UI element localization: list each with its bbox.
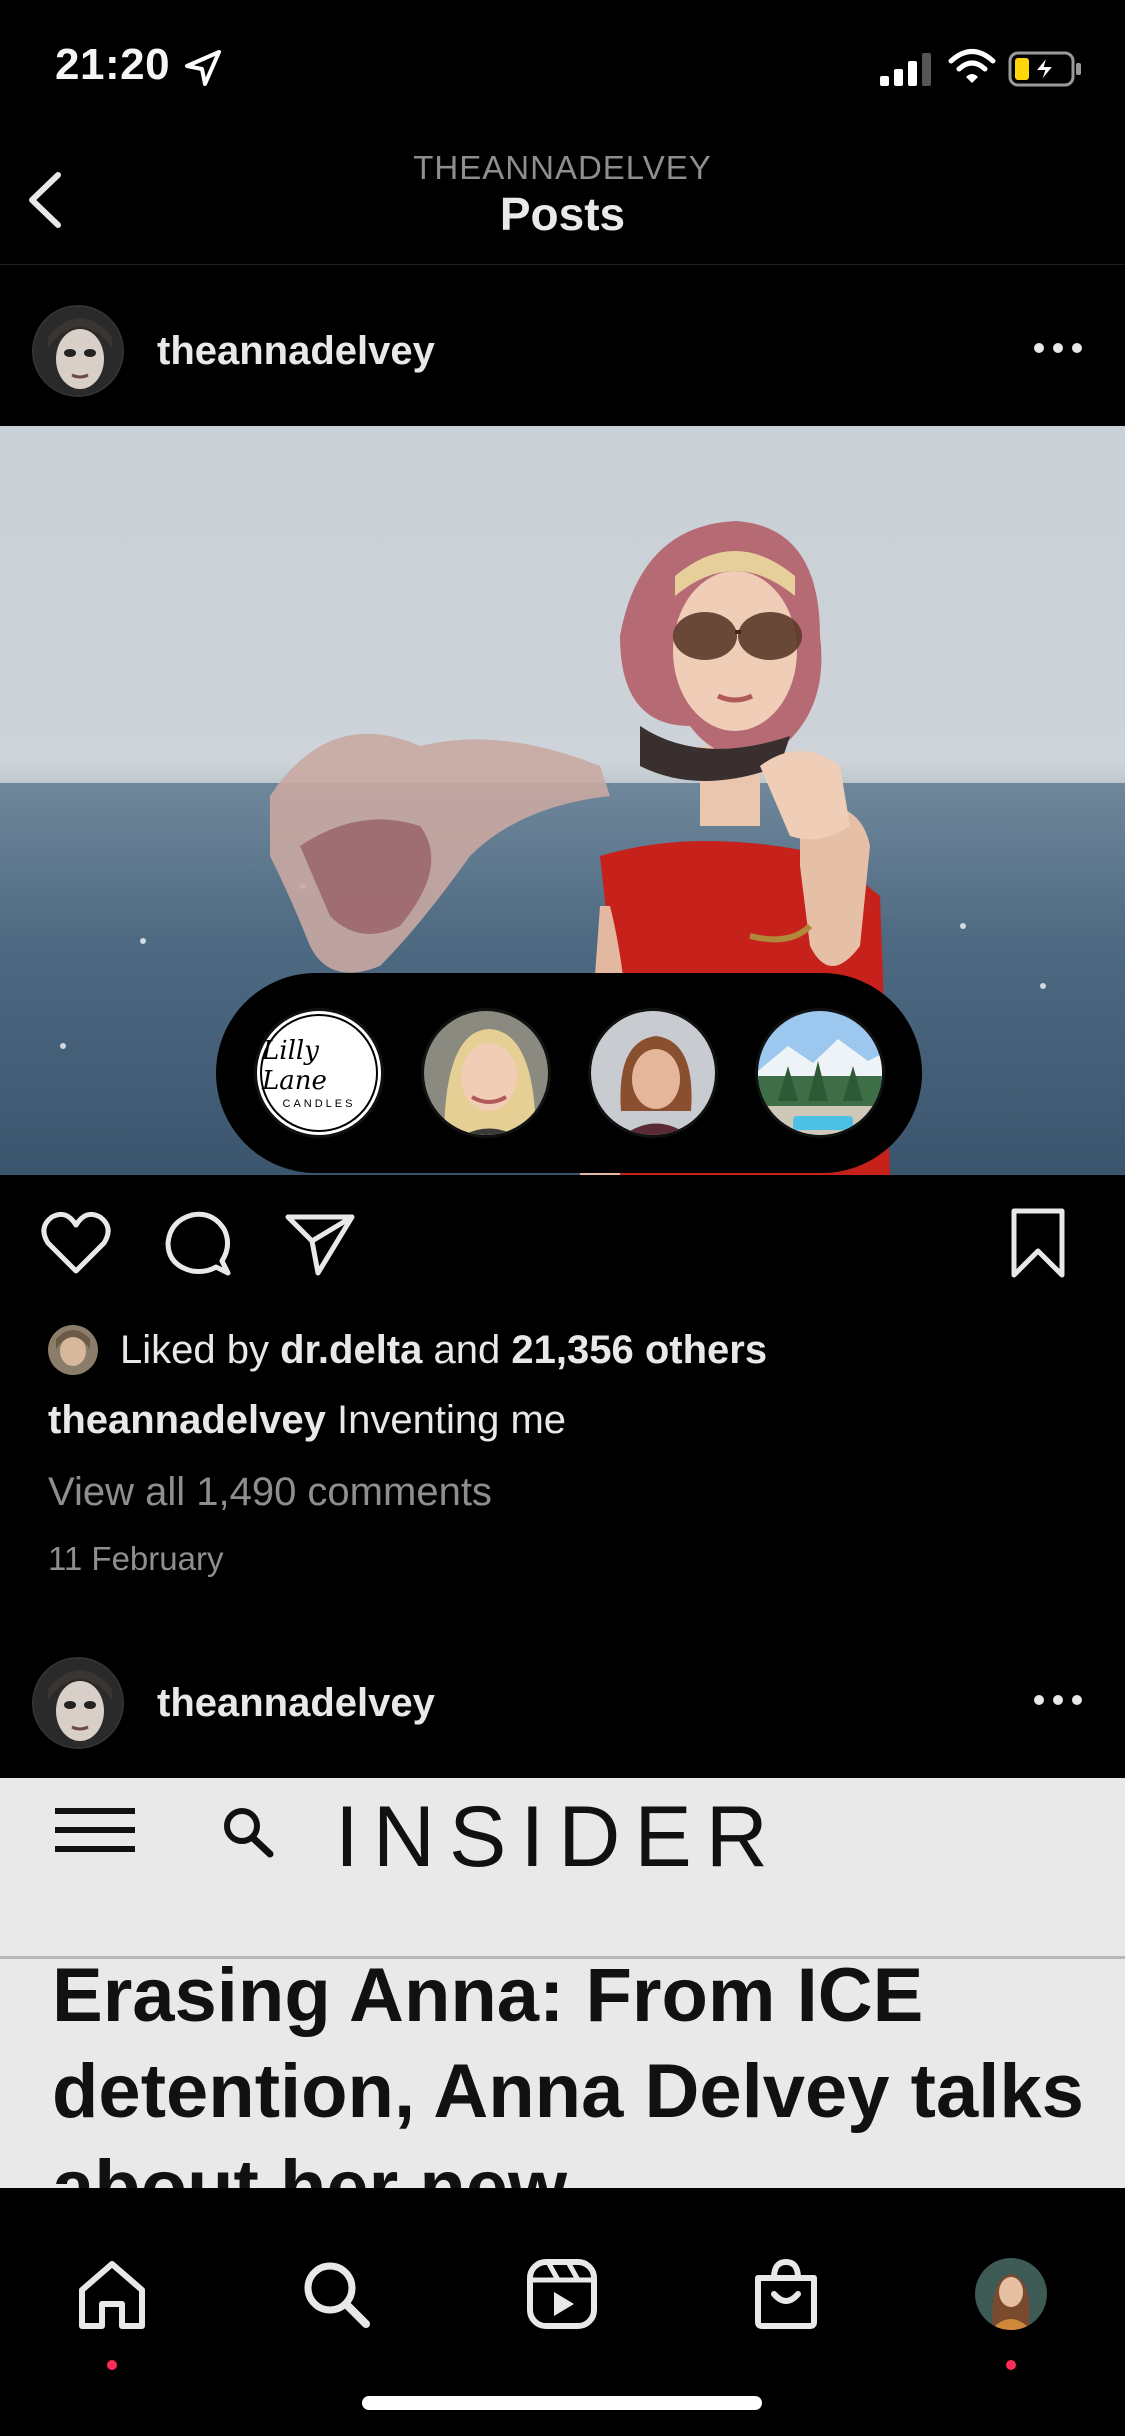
tagged-account-avatar[interactable] — [588, 1008, 718, 1138]
likes-count[interactable]: 21,356 others — [511, 1328, 767, 1372]
home-icon[interactable] — [74, 2256, 150, 2332]
share-paper-plane-icon[interactable] — [282, 1205, 358, 1281]
like-heart-icon[interactable] — [38, 1205, 114, 1281]
status-time: 21:20 — [55, 40, 171, 89]
shop-bag-icon[interactable] — [748, 2256, 824, 2332]
liker-avatar — [48, 1325, 98, 1375]
brand-sub: CANDLES — [282, 1098, 356, 1110]
post-action-row — [0, 1205, 1125, 1285]
post-header: theannadelvey — [0, 283, 1125, 403]
profile-notification-dot — [1006, 2360, 1016, 2370]
article-brand: INSIDER — [335, 1789, 782, 1885]
home-notification-dot — [107, 2360, 117, 2370]
search-icon[interactable] — [298, 2256, 374, 2332]
battery-charging-icon — [1008, 51, 1081, 87]
brand-tags-bubble: Lilly Lane CANDLES — [216, 973, 922, 1173]
view-comments-link[interactable]: View all 1,490 comments — [48, 1470, 492, 1515]
cellular-signal-icon — [880, 53, 931, 86]
home-indicator[interactable] — [362, 2396, 762, 2410]
liked-and: and — [433, 1327, 501, 1372]
location-arrow-icon — [185, 50, 221, 86]
more-options-icon[interactable] — [1030, 1685, 1086, 1715]
post-caption: theannadelvey Inventing me — [48, 1398, 566, 1443]
hamburger-menu-icon — [55, 1808, 135, 1852]
brand-name: Lilly Lane — [262, 1036, 327, 1096]
more-options-icon[interactable] — [1030, 333, 1086, 363]
profile-avatar[interactable] — [975, 2258, 1047, 2330]
post-username[interactable]: theannadelvey — [157, 1681, 435, 1726]
liked-prefix: Liked by — [120, 1327, 269, 1372]
save-bookmark-icon[interactable] — [1000, 1205, 1076, 1281]
caption-text: Inventing me — [337, 1398, 567, 1442]
article-headline: Erasing Anna: From ICE detention, Anna D… — [52, 1953, 1084, 2188]
tagged-location-avatar[interactable] — [755, 1008, 885, 1138]
liked-user[interactable]: dr.delta — [280, 1328, 422, 1372]
caption-username[interactable]: theannadelvey — [48, 1398, 326, 1442]
tagged-account-avatar[interactable] — [421, 1008, 551, 1138]
user-avatar[interactable] — [32, 1657, 124, 1749]
page-title: Posts — [499, 188, 626, 240]
nav-header: THEANNADELVEY Posts — [0, 135, 1125, 265]
status-bar: 21:20 — [0, 0, 1125, 135]
post-header: theannadelvey — [0, 1635, 1125, 1755]
reels-icon[interactable] — [524, 2256, 600, 2332]
post-username[interactable]: theannadelvey — [157, 329, 435, 374]
post-image-article[interactable]: INSIDER Erasing Anna: From ICE detention… — [0, 1778, 1125, 2188]
user-avatar[interactable] — [32, 305, 124, 397]
wifi-icon — [948, 49, 996, 83]
post-date: 11 February — [48, 1540, 224, 1577]
header-account-name: THEANNADELVEY — [413, 149, 712, 186]
brand-tag-lilly-lane[interactable]: Lilly Lane CANDLES — [254, 1008, 384, 1138]
comment-bubble-icon[interactable] — [160, 1205, 236, 1281]
search-icon — [224, 1808, 274, 1858]
liked-by-row[interactable]: Liked by dr.delta and 21,356 others — [48, 1320, 767, 1380]
